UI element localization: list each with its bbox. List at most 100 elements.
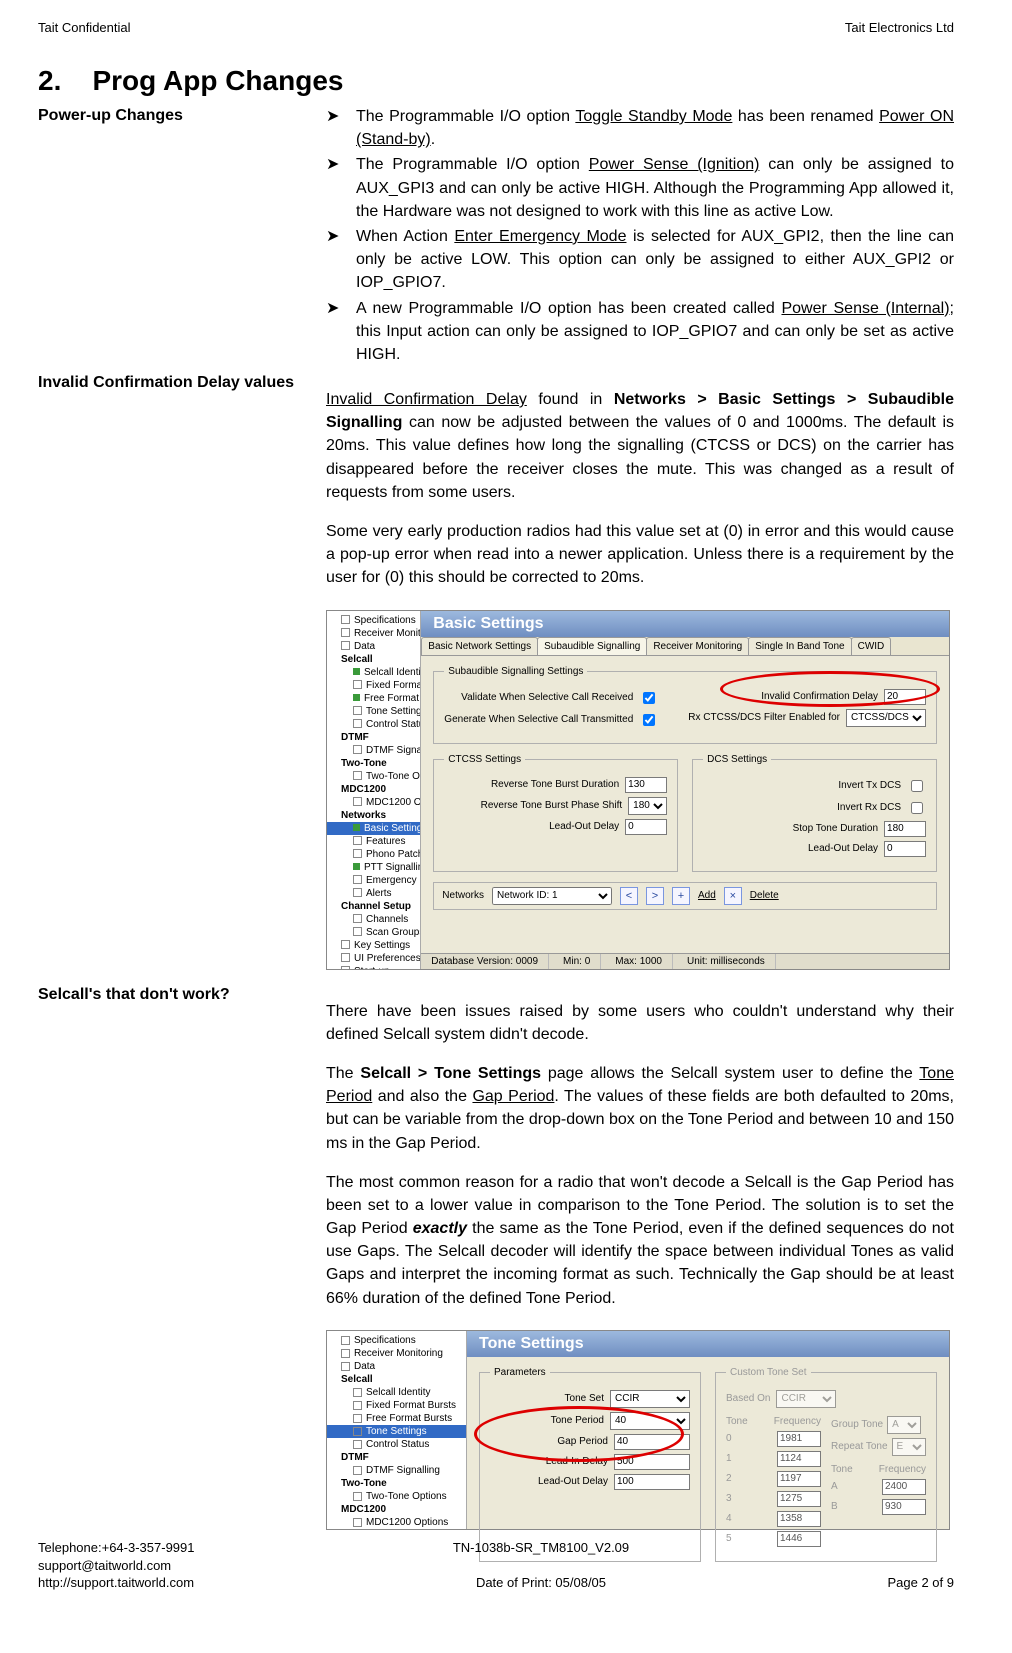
nav-tree-2[interactable]: SpecificationsReceiver MonitoringDataSel… [327,1331,467,1529]
tree-node[interactable]: UI Preferences [327,952,420,965]
tree-node[interactable]: Two-Tone [327,1477,466,1490]
tab[interactable]: CWID [851,637,892,655]
selcall-para2: The Selcall > Tone Settings page allows … [326,1062,954,1155]
tree-node[interactable]: Two-Tone Options [327,1490,466,1503]
tone-row: 3 [726,1491,821,1507]
list-item: ➤The Programmable I/O option Toggle Stan… [326,105,954,151]
selcall-para3: The most common reason for a radio that … [326,1171,954,1310]
leadin-input[interactable] [614,1454,690,1470]
icd-input[interactable] [884,689,926,705]
fs-parameters: Parameters Tone Set CCIR Tone Period 40 … [479,1367,701,1562]
invert-tx-dcs-checkbox[interactable] [911,780,923,792]
tree-node[interactable]: DTMF Signalling [327,1464,466,1477]
list-item: ➤The Programmable I/O option Power Sense… [326,153,954,223]
validate-label: Validate When Selective Call Received [461,692,633,703]
bullet-arrow-icon: ➤ [326,105,346,128]
pane-title-2: Tone Settings [467,1331,949,1357]
tree-node[interactable]: Control Status [327,1438,466,1451]
tree-node[interactable]: Receiver Monitoring [327,627,420,640]
nav-tree-1[interactable]: SpecificationsReceiver MonitoringDataSel… [327,611,421,969]
tree-node[interactable]: Selcall [327,653,420,666]
tree-node[interactable]: Fixed Format Bursts [327,1399,466,1412]
fs-dcs: DCS Settings Invert Tx DCS Invert Rx DCS… [692,754,937,872]
rtbd-input[interactable] [625,777,667,793]
status-bar-1: Database Version: 0009 Min: 0 Max: 1000 … [421,953,949,969]
tree-node[interactable]: Control Status [327,718,420,731]
tree-node[interactable]: Data [327,1360,466,1373]
tab-bar-1[interactable]: Basic Network SettingsSubaudible Signall… [421,637,949,656]
tab[interactable]: Basic Network Settings [421,637,538,655]
tree-node[interactable]: MDC1200 [327,1503,466,1516]
tree-node[interactable]: Selcall Identity [327,1386,466,1399]
tree-node[interactable]: Selcall [327,1373,466,1386]
tree-node[interactable]: DTMF [327,1451,466,1464]
tab[interactable]: Receiver Monitoring [646,637,749,655]
ctcss-lod-input[interactable] [625,819,667,835]
tree-node[interactable]: DTMF [327,731,420,744]
tone-row: 4 [726,1511,821,1527]
page-footer: Telephone:+64-3-357-9991 support@taitwor… [38,1539,954,1592]
tree-node[interactable]: Emergency [327,874,420,887]
tree-node[interactable]: Phono Patch [327,848,420,861]
generate-checkbox[interactable] [643,714,655,726]
tree-node[interactable]: DTMF Signalling [327,744,420,757]
gapperiod-input[interactable] [614,1434,690,1450]
invert-rx-dcs-checkbox[interactable] [911,802,923,814]
tree-node[interactable]: Two-Tone Options [327,770,420,783]
tree-node[interactable]: Channel Setup [327,900,420,913]
header-right: Tait Electronics Ltd [845,20,954,35]
fs-subaudible: Subaudible Signalling Settings Validate … [433,666,937,744]
tree-node[interactable]: Start-up [327,965,420,969]
stop-tone-input[interactable] [884,821,926,837]
add-network-button[interactable]: + [672,887,690,905]
tree-node[interactable]: Features [327,835,420,848]
validate-checkbox[interactable] [643,692,655,704]
tree-node[interactable]: Tone Settings [327,1425,466,1438]
leadout-input[interactable] [614,1474,690,1490]
rtbps-select[interactable]: 180 [628,797,667,815]
tree-node[interactable]: Basic Settings [327,822,420,835]
powerup-list: ➤The Programmable I/O option Toggle Stan… [326,105,954,366]
tone-row: 2 [726,1471,821,1487]
tree-node[interactable]: PTT Signalling [327,861,420,874]
selcall-para1: There have been issues raised by some us… [326,1000,954,1046]
tone-row: B [831,1499,926,1515]
tree-node[interactable]: Two-Tone [327,757,420,770]
dcs-lod-input[interactable] [884,841,926,857]
tab[interactable]: Subaudible Signalling [537,637,647,655]
toneperiod-select[interactable]: 40 [610,1412,690,1430]
tone-row: 0 [726,1431,821,1447]
tree-node[interactable]: Free Format Bursts [327,1412,466,1425]
delete-network-button[interactable]: × [724,887,742,905]
network-id-select[interactable]: Network ID: 1 [492,887,612,905]
invalid-label: Invalid Confirmation Delay values [38,372,308,606]
powerup-label: Power-up Changes [38,105,308,368]
tab[interactable]: Single In Band Tone [748,637,851,655]
rxfilter-select[interactable]: CTCSS/DCS [846,709,926,727]
tree-node[interactable]: Specifications [327,614,420,627]
bullet-arrow-icon: ➤ [326,153,346,176]
tone-row: 1 [726,1451,821,1467]
tree-node[interactable]: Networks [327,809,420,822]
tree-node[interactable]: MDC1200 [327,783,420,796]
tree-node[interactable]: Tone Settings [327,705,420,718]
tree-node[interactable]: Channels [327,913,420,926]
tree-node[interactable]: Receiver Monitoring [327,1347,466,1360]
tree-node[interactable]: Fixed Format Bursts [327,679,420,692]
invalid-para1: Invalid Confirmation Delay found in Netw… [326,388,954,504]
tree-node[interactable]: Data [327,640,420,653]
next-network-button[interactable]: > [646,887,664,905]
tree-node[interactable]: Free Format Bursts [327,692,420,705]
tree-node[interactable]: Specifications [327,1334,466,1347]
selcall-label: Selcall's that don't work? [38,984,308,1326]
list-item: ➤A new Programmable I/O option has been … [326,297,954,367]
toneset-select[interactable]: CCIR [610,1390,690,1408]
tree-node[interactable]: Selcall Identity [327,666,420,679]
tree-node[interactable]: Key Settings [327,939,420,952]
bullet-arrow-icon: ➤ [326,225,346,248]
tree-node[interactable]: MDC1200 Options [327,796,420,809]
prev-network-button[interactable]: < [620,887,638,905]
tree-node[interactable]: MDC1200 Options [327,1516,466,1529]
tree-node[interactable]: Scan Groups [327,926,420,939]
tree-node[interactable]: Alerts [327,887,420,900]
